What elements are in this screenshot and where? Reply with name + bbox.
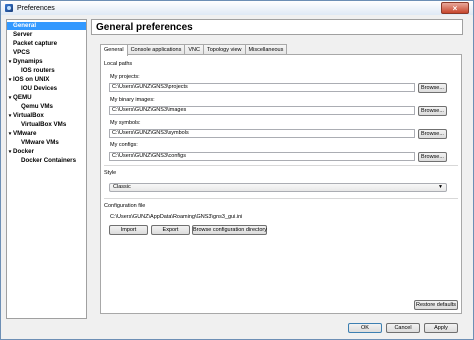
binary-images-label: My binary images:	[110, 97, 155, 103]
symbols-label: My symbols:	[110, 120, 141, 126]
sidebar-item-qemu[interactable]: ▾ QEMU	[7, 94, 32, 102]
sidebar-item-virtualbox[interactable]: ▾ VirtualBox	[7, 112, 44, 120]
sidebar-item-label: VMware VMs	[21, 139, 59, 146]
general-tab-panel: Local paths My projects: C:\Users\GUNZ\G…	[100, 54, 462, 314]
style-section-label: Style	[104, 170, 117, 176]
sidebar-item-label: IOU Devices	[21, 85, 58, 92]
style-select[interactable]: Classic ▼	[109, 183, 447, 192]
sidebar-item-vmware[interactable]: ▾ VMware	[7, 130, 37, 138]
restore-defaults-button[interactable]: Restore defaults	[414, 300, 458, 310]
sidebar-item-ios-routers[interactable]: IOS routers	[15, 67, 55, 75]
sidebar-item-label: IOS routers	[21, 67, 55, 74]
close-button[interactable]: ×	[441, 2, 469, 14]
sidebar-item-label: QEMU	[13, 94, 32, 101]
sidebar-item-qemu-vms[interactable]: Qemu VMs	[15, 103, 53, 111]
sidebar-item-label: Qemu VMs	[21, 103, 53, 110]
sidebar-item-label: VirtualBox VMs	[21, 121, 67, 128]
export-button[interactable]: Export	[151, 225, 190, 235]
sidebar-item-dynamips[interactable]: ▾ Dynamips	[7, 58, 43, 66]
sidebar-item-label: Docker Containers	[21, 157, 77, 164]
symbols-path-field[interactable]: C:\Users\GUNZ\GNS3\symbols	[109, 129, 415, 138]
sidebar-item-docker-containers[interactable]: Docker Containers	[15, 157, 76, 165]
sidebar-item-ios-on-unix[interactable]: ▾ IOS on UNIX	[7, 76, 50, 84]
symbols-browse-button[interactable]: Browse...	[418, 129, 447, 139]
sidebar-item-label: General	[13, 22, 37, 29]
projects-path-field[interactable]: C:\Users\GUNZ\GNS3\projects	[109, 83, 415, 92]
page-header: General preferences	[91, 19, 463, 35]
section-divider	[104, 165, 458, 166]
page-title: General preferences	[96, 21, 193, 33]
sidebar-item-label: Packet capture	[13, 40, 58, 47]
sidebar-item-server[interactable]: Server	[7, 31, 32, 39]
sidebar-item-virtualbox-vms[interactable]: VirtualBox VMs	[15, 121, 66, 129]
sidebar-item-general[interactable]: General	[7, 22, 86, 30]
sidebar-item-vmware-vms[interactable]: VMware VMs	[15, 139, 59, 147]
section-divider	[104, 198, 458, 199]
style-selected-value: Classic	[113, 184, 131, 190]
projects-label: My projects:	[110, 74, 140, 80]
cancel-button[interactable]: Cancel	[386, 323, 420, 333]
preferences-window: Preferences × General Server Packet capt…	[0, 0, 474, 340]
sidebar-item-label: Dynamips	[13, 58, 43, 65]
configuration-file-path: C:\Users\GUNZ\AppData\Roaming\GNS3\gns3_…	[110, 214, 243, 220]
sidebar-item-label: Server	[13, 31, 33, 38]
preferences-sidebar: General Server Packet capture VPCS ▾ Dyna…	[6, 19, 87, 319]
apply-button[interactable]: Apply	[424, 323, 458, 333]
sidebar-item-label: IOS on UNIX	[13, 76, 50, 83]
configs-label: My configs:	[110, 142, 138, 148]
binary-images-path-field[interactable]: C:\Users\GUNZ\GNS3\images	[109, 106, 415, 115]
sidebar-item-label: VirtualBox	[13, 112, 44, 119]
chevron-down-icon: ▼	[438, 184, 443, 190]
configs-path-field[interactable]: C:\Users\GUNZ\GNS3\configs	[109, 152, 415, 161]
local-paths-section-label: Local paths	[104, 61, 133, 67]
sidebar-item-label: VMware	[13, 130, 37, 137]
binary-images-browse-button[interactable]: Browse...	[418, 106, 447, 116]
configs-browse-button[interactable]: Browse...	[418, 152, 447, 162]
sidebar-item-label: VPCS	[13, 49, 30, 56]
sidebar-item-label: Docker	[13, 148, 34, 155]
title-bar: Preferences ×	[1, 1, 473, 15]
sidebar-item-docker[interactable]: ▾ Docker	[7, 148, 34, 156]
ok-button[interactable]: OK	[348, 323, 382, 333]
projects-browse-button[interactable]: Browse...	[418, 83, 447, 93]
window-title: Preferences	[17, 4, 55, 12]
tab-general[interactable]: General	[100, 44, 128, 56]
sidebar-item-packet-capture[interactable]: Packet capture	[7, 40, 57, 48]
sidebar-item-iou-devices[interactable]: IOU Devices	[15, 85, 57, 93]
import-button[interactable]: Import	[109, 225, 148, 235]
configuration-file-section-label: Configuration file	[104, 203, 146, 209]
gns3-app-icon	[5, 4, 13, 12]
sidebar-item-vpcs[interactable]: VPCS	[7, 49, 30, 57]
browse-configuration-directory-button[interactable]: Browse configuration directory	[192, 225, 267, 235]
